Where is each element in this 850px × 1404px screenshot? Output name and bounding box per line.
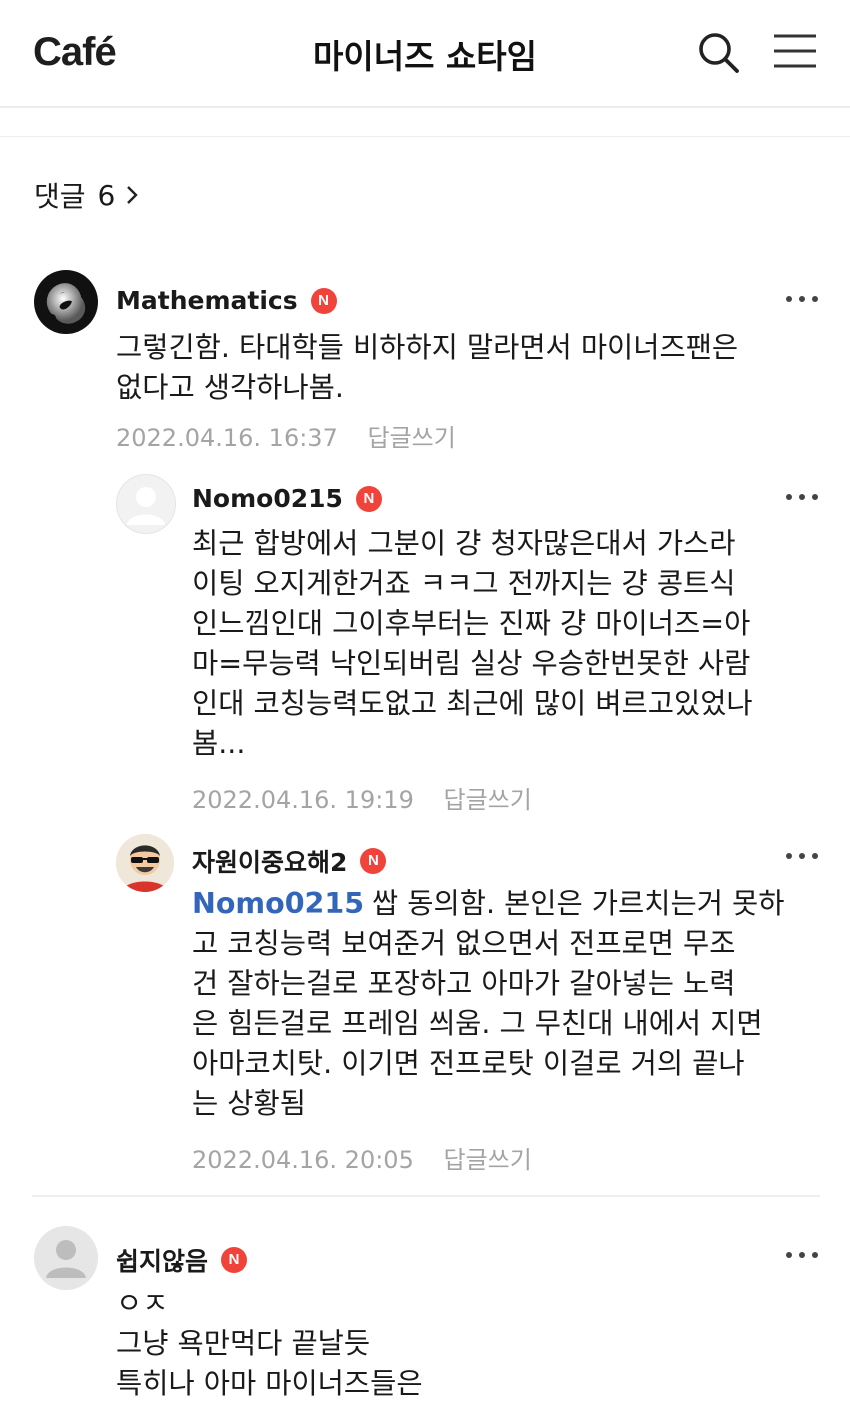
reply-button[interactable]: 답글쓰기 xyxy=(367,424,455,452)
comment-line: 인느낌인대 그이후부터는 진짜 걍 마이너즈=아 xyxy=(192,607,751,640)
cartoon-face-avatar-icon xyxy=(116,834,174,892)
menu-button[interactable] xyxy=(772,30,818,76)
chevron-right-icon xyxy=(127,186,139,204)
comment-meta: 2022.04.16. 16:37 답글쓰기 xyxy=(116,418,456,453)
dot xyxy=(799,1252,805,1258)
dot xyxy=(812,494,818,500)
comment-line: Nomo0215 쌉 동의함. 본인은 가르치는거 못하 xyxy=(192,884,784,924)
comments-label: 댓글 xyxy=(34,180,86,213)
comment-line: 고 코칭능력 보여준거 없으면서 전프로면 무조 xyxy=(192,927,736,960)
author-name: Mathematics xyxy=(116,286,298,315)
knot-avatar-icon xyxy=(47,283,86,324)
default-user-icon xyxy=(46,1240,86,1278)
comment-line: 인대 코칭능력도없고 최근에 많이 벼르고있었나 xyxy=(192,687,753,720)
comment-divider xyxy=(32,1195,820,1197)
avatar[interactable] xyxy=(116,474,176,534)
new-badge: N xyxy=(310,287,337,314)
comment-line: 건 잘하는걸로 포장하고 아마가 갈아넣는 노력 xyxy=(192,967,736,1000)
reply-button[interactable]: 답글쓰기 xyxy=(443,786,531,814)
comment-line-text: 쌉 동의함. 본인은 가르치는거 못하 xyxy=(372,887,785,920)
dot xyxy=(786,853,792,859)
dot xyxy=(799,296,805,302)
hamburger-menu-icon xyxy=(774,34,816,68)
dot xyxy=(799,494,805,500)
dot xyxy=(812,853,818,859)
dot xyxy=(786,296,792,302)
dot xyxy=(812,296,818,302)
section-divider xyxy=(0,136,850,137)
comments-count-link[interactable]: 댓글 6 xyxy=(34,175,139,215)
more-options-button[interactable] xyxy=(786,493,818,501)
comments-count: 6 xyxy=(97,178,116,212)
search-button[interactable] xyxy=(696,30,742,76)
search-icon xyxy=(699,33,739,73)
dot xyxy=(786,1252,792,1258)
comment-author[interactable]: 쉽지않음 N xyxy=(116,1242,248,1278)
comment-meta: 2022.04.16. 20:05 답글쓰기 xyxy=(192,1140,532,1175)
comment-line: ㅇㅈ xyxy=(116,1287,169,1320)
author-name: 자원이중요해2 xyxy=(192,848,348,877)
dot xyxy=(812,1252,818,1258)
comment-date: 2022.04.16. 16:37 xyxy=(116,424,338,452)
comment-line: 없다고 생각하나봄. xyxy=(116,371,344,404)
comment-line: 최근 합방에서 그분이 걍 청자많은대서 가스라 xyxy=(192,527,736,560)
avatar[interactable] xyxy=(34,1226,98,1290)
comment-meta: 2022.04.16. 19:19 답글쓰기 xyxy=(192,780,532,815)
comment-line: 아마코치탓. 이기면 전프로탓 이걸로 거의 끝나 xyxy=(192,1047,745,1080)
comment-text: 그렇긴함. 타대학들 비하하지 말라면서 마이너즈팬은 없다고 생각하나봄. xyxy=(116,328,738,408)
comment-text: Nomo0215 쌉 동의함. 본인은 가르치는거 못하 고 코칭능력 보여준거 … xyxy=(192,884,784,1124)
comment-author[interactable]: Nomo0215 N xyxy=(192,484,382,513)
comment-date: 2022.04.16. 19:19 xyxy=(192,786,414,814)
comment-line: 봄... xyxy=(192,727,246,760)
comment-author[interactable]: Mathematics N xyxy=(116,286,337,315)
new-badge: N xyxy=(355,485,382,512)
more-options-button[interactable] xyxy=(786,852,818,860)
comment-line: 은 힘든걸로 프레임 씌움. 그 무친대 내에서 지면 xyxy=(192,1007,763,1040)
comment-text: ㅇㅈ 그냥 욕만먹다 끝날듯 특히나 아마 마이너즈들은 xyxy=(116,1284,423,1404)
mention-link[interactable]: Nomo0215 xyxy=(192,887,364,920)
new-badge: N xyxy=(221,1247,248,1273)
comment-date: 2022.04.16. 20:05 xyxy=(192,1146,414,1174)
avatar[interactable] xyxy=(116,834,174,892)
dot xyxy=(799,853,805,859)
comment-line: 그렇긴함. 타대학들 비하하지 말라면서 마이너즈팬은 xyxy=(116,331,739,364)
reply-button[interactable]: 답글쓰기 xyxy=(443,1146,531,1174)
dot xyxy=(786,494,792,500)
app-header: Café 마이너즈 쇼타임 xyxy=(0,0,850,108)
comment-line: 특히나 아마 마이너즈들은 xyxy=(116,1367,423,1400)
author-name: Nomo0215 xyxy=(192,484,343,513)
avatar[interactable] xyxy=(34,270,98,334)
comment-line: 마=무능력 낙인되버림 실상 우승한번못한 사람 xyxy=(192,647,751,680)
comment-text: 최근 합방에서 그분이 걍 청자많은대서 가스라 이팅 오지게한거죠 ㅋㅋ그 전… xyxy=(192,524,753,764)
comment-line: 는 상황됨 xyxy=(192,1087,306,1120)
author-name: 쉽지않음 xyxy=(116,1247,209,1276)
more-options-button[interactable] xyxy=(786,1251,818,1259)
new-badge: N xyxy=(360,848,387,874)
comment-author[interactable]: 자원이중요해2 N xyxy=(192,843,387,879)
comment-line: 그냥 욕만먹다 끝날듯 xyxy=(116,1327,371,1360)
default-user-icon xyxy=(127,487,165,525)
comment-line: 이팅 오지게한거죠 ㅋㅋ그 전까지는 걍 콩트식 xyxy=(192,567,736,600)
more-options-button[interactable] xyxy=(786,295,818,303)
